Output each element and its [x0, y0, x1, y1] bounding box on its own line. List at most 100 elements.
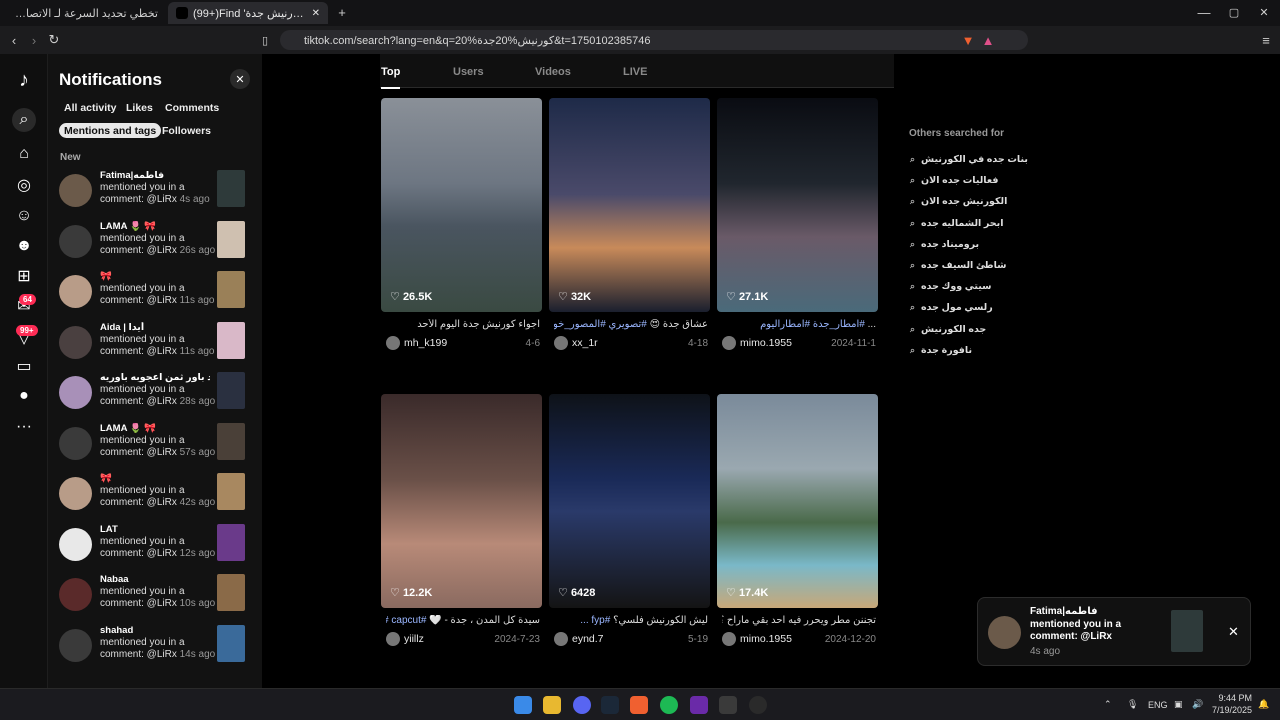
notification-username[interactable]: LAMA 🌷 🎀	[100, 221, 210, 232]
avatar[interactable]	[59, 527, 92, 561]
suggested-search[interactable]: ⌕ جده الكورنيش	[910, 324, 986, 335]
new-tab-icon[interactable]: +	[334, 4, 350, 20]
tiktok-logo-icon[interactable]: ♪	[12, 68, 36, 92]
rewards-icon[interactable]: ▲	[980, 32, 996, 48]
avatar[interactable]	[59, 275, 92, 308]
avatar[interactable]	[59, 628, 92, 662]
more-icon[interactable]: ···	[12, 415, 36, 439]
author-name[interactable]: mimo.1955	[740, 337, 792, 349]
notification-row[interactable]: LAT mentioned you in a comment: @LiRx 12…	[48, 523, 256, 576]
network-icon[interactable]: ▣	[1174, 699, 1183, 710]
video-thumbnail[interactable]	[549, 394, 710, 608]
notification-row[interactable]: LAMA 🌷 🎀 mentioned you in a comment: @Li…	[48, 220, 256, 273]
video-caption[interactable]: عشاق جدة 😍 #تصويري #المصور_خويلد #اكسبلو…	[554, 319, 708, 330]
video-thumbnail[interactable]	[549, 98, 710, 312]
avatar[interactable]	[59, 174, 92, 207]
suggested-search[interactable]: ⌕ نافورة جدة	[910, 345, 972, 356]
notification-row[interactable]: 🎀 mentioned you in a comment: @LiRx 42s …	[48, 473, 256, 525]
notification-thumbnail[interactable]	[217, 624, 245, 662]
toast-close-icon[interactable]: ✕	[1228, 624, 1239, 640]
clock-time[interactable]: 9:44 PM	[1216, 693, 1252, 703]
video-thumbnail[interactable]	[381, 394, 542, 608]
tab-users[interactable]: Users	[453, 66, 484, 78]
video-author[interactable]: eynd.7 5-19	[554, 631, 708, 647]
video-author[interactable]: mimo.1955 2024-11-1	[722, 335, 876, 351]
brave-shield-icon[interactable]: ▼	[960, 32, 976, 48]
volume-icon[interactable]: 🔊	[1192, 699, 1203, 710]
notification-row[interactable]: Aida | أيدا mentioned you in a comment: …	[48, 321, 256, 374]
video-caption[interactable]: سيدة كل المدن ، جدة - 🤍 #capcut #غروب #ج…	[386, 615, 540, 626]
suggested-search[interactable]: ⌕ رلسي مول جده	[910, 302, 993, 313]
minimize-button[interactable]: —	[1196, 4, 1212, 20]
suggested-search[interactable]: ⌕ بنات جده في الكورنيش	[910, 154, 1028, 165]
tab-videos[interactable]: Videos	[535, 66, 571, 78]
author-name[interactable]: eynd.7	[572, 633, 604, 645]
tab-inactive[interactable]: تخطي تحديد السرعة لـ الاتصالات السعو...	[6, 2, 166, 24]
notification-username[interactable]: 🎀	[100, 271, 210, 282]
video-thumbnail[interactable]	[717, 98, 878, 312]
video-caption[interactable]: ليش الكورنيش فلسي؟ #fyp ...	[554, 615, 708, 626]
spotify-icon[interactable]	[660, 696, 678, 714]
steam-icon[interactable]	[601, 696, 619, 714]
live-icon[interactable]: ▭	[12, 354, 36, 378]
notification-thumbnail[interactable]	[217, 170, 245, 207]
caption-hashtags[interactable]: #capcut #غروب #جدة #جدة ...	[386, 615, 426, 626]
author-name[interactable]: mh_k199	[404, 337, 447, 349]
video-thumbnail[interactable]	[717, 394, 878, 608]
notification-thumbnail[interactable]	[217, 422, 245, 460]
filter-likes[interactable]: Likes	[121, 100, 158, 115]
suggested-search[interactable]: ⌕ الكورنيش جده الان	[910, 196, 1007, 207]
suggested-search[interactable]: ⌕ سيتي ووك جده	[910, 281, 992, 292]
tab-close-icon[interactable]: ✕	[312, 8, 320, 19]
discord-icon[interactable]	[573, 696, 591, 714]
tab-live[interactable]: LIVE	[623, 66, 647, 78]
bookmark-icon[interactable]: ▯	[257, 32, 273, 48]
video-caption[interactable]: اجواء كورنيش جدة اليوم الأحد	[386, 319, 540, 330]
notification-username[interactable]: LAT	[100, 524, 210, 535]
notification-username[interactable]: Aida | أيدا	[100, 322, 210, 333]
notification-row[interactable]: Nabaa mentioned you in a comment: @LiRx …	[48, 574, 256, 626]
video-author[interactable]: mimo.1955 2024-12-20	[722, 631, 876, 647]
file-explorer-icon[interactable]	[543, 696, 561, 714]
brave-icon[interactable]	[630, 696, 648, 714]
notification-username[interactable]: شهد باور ثمن اعجوبه باوريه	[100, 372, 210, 383]
following-icon[interactable]: ☺	[12, 204, 36, 228]
notification-row[interactable]: LAMA 🌷 🎀 mentioned you in a comment: @Li…	[48, 422, 256, 475]
suggested-search[interactable]: ⌕ بروميناد جده	[910, 239, 979, 250]
video-caption[interactable]: تجننن مطر ويحرر فيه احد بقي ماراح ؟	[722, 615, 876, 626]
notification-thumbnail[interactable]	[217, 271, 245, 308]
author-name[interactable]: mimo.1955	[740, 633, 792, 645]
notification-thumbnail[interactable]	[217, 372, 245, 409]
notification-toast[interactable]: Fatima|فاطمه mentioned you in a comment:…	[977, 597, 1251, 666]
notification-thumbnail[interactable]	[217, 321, 245, 359]
tab-active[interactable]: (99+)Find 'كورنيش جدة ' on TikTok ✕	[168, 2, 328, 24]
video-thumbnail[interactable]	[381, 98, 542, 312]
explore-icon[interactable]: ◎	[12, 173, 36, 197]
filter-all-activity[interactable]: All activity	[59, 100, 122, 115]
forward-icon[interactable]: ›	[26, 32, 42, 48]
maximize-button[interactable]: ▢	[1226, 4, 1242, 20]
app-icon[interactable]	[749, 696, 767, 714]
notification-username[interactable]: 🎀	[100, 473, 210, 484]
caption-hashtags[interactable]: #امطار_جدة #امطاراليوم	[760, 319, 865, 330]
video-caption[interactable]: ... #امطار_جدة #امطاراليوم	[722, 319, 876, 330]
notification-username[interactable]: Nabaa	[100, 574, 210, 585]
notification-username[interactable]: shahad	[100, 625, 210, 636]
reload-icon[interactable]: ↻	[46, 32, 62, 48]
microphone-icon[interactable]: 🎙	[1127, 699, 1138, 710]
avatar[interactable]	[59, 578, 92, 611]
filter-followers[interactable]: Followers	[157, 123, 216, 138]
filter-mentions-and-tags[interactable]: Mentions and tags	[59, 123, 162, 138]
author-name[interactable]: yiillz	[404, 633, 424, 645]
notification-row[interactable]: 🎀 mentioned you in a comment: @LiRx 11s …	[48, 271, 256, 323]
notification-row[interactable]: shahad mentioned you in a comment: @LiRx…	[48, 624, 256, 677]
video-author[interactable]: xx_1r 4-18	[554, 335, 708, 351]
caption-hashtags[interactable]: #تصويري #المصور_خويلد #اكسبلور ...	[554, 319, 647, 330]
notification-bell-icon[interactable]: 🔔	[1258, 699, 1269, 710]
notification-thumbnail[interactable]	[217, 473, 245, 510]
filter-comments[interactable]: Comments	[160, 100, 224, 115]
suggested-search[interactable]: ⌕ فعاليات جده الان	[910, 175, 998, 186]
upload-icon[interactable]: ⊞	[12, 264, 36, 288]
notification-thumbnail[interactable]	[217, 574, 245, 611]
address-bar[interactable]: tiktok.com/search?lang=en&q=كورنيش%20جدة…	[280, 30, 1028, 50]
